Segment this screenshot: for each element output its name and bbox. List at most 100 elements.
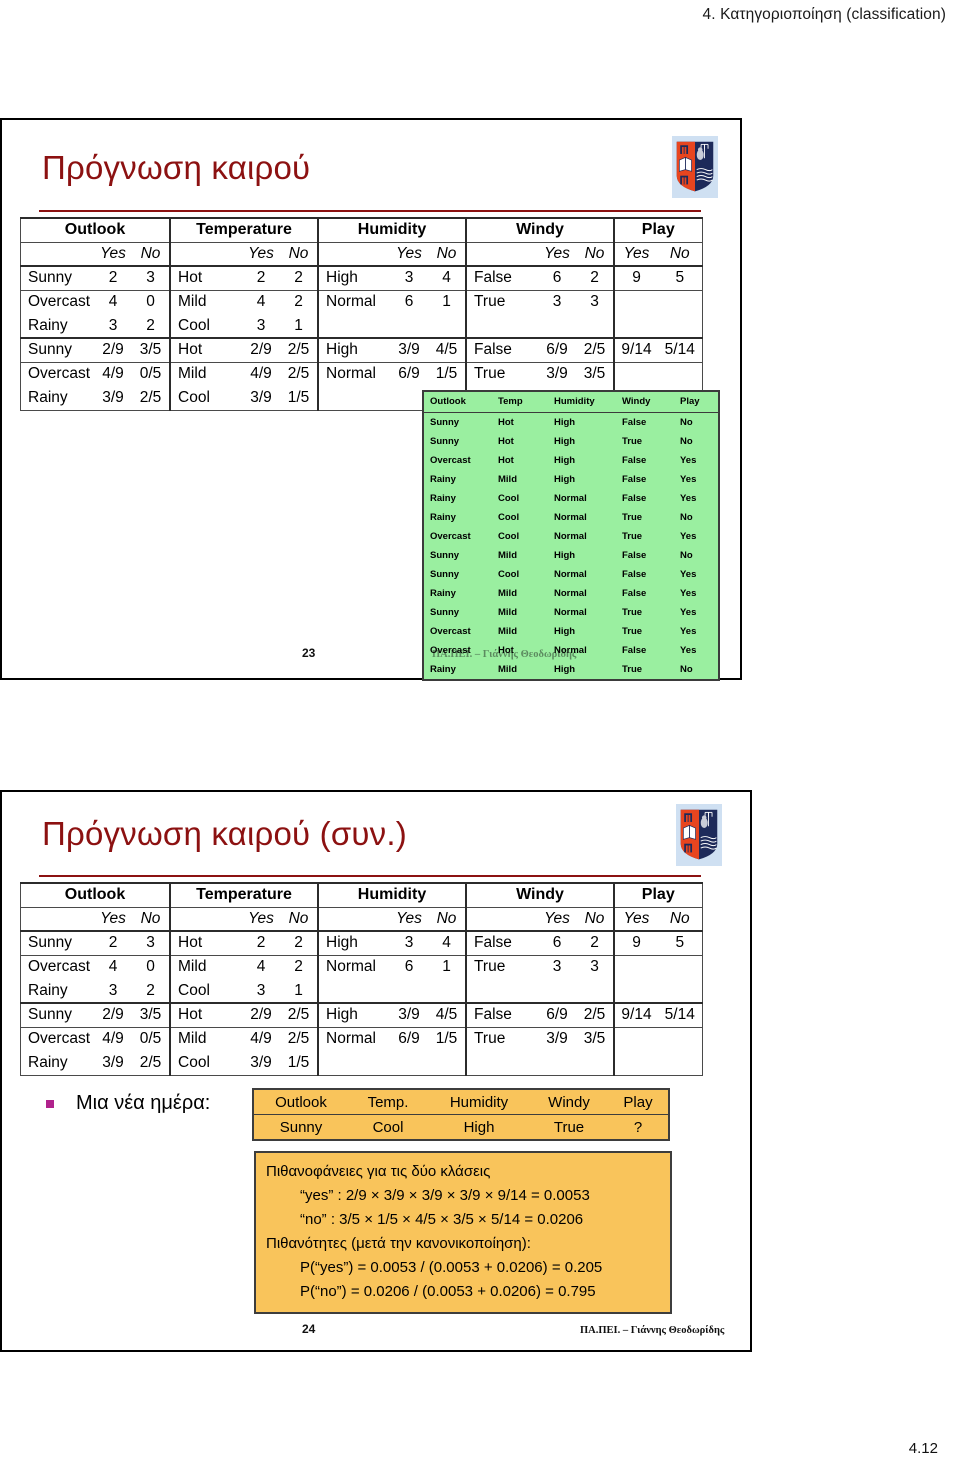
weather-dataset-row: Rainy Cool Normal False Yes: [423, 489, 719, 508]
cell-play-yes: [613, 314, 659, 339]
group-header-humidity: Humidity: [317, 882, 467, 908]
weather-dataset-row: Sunny Cool Normal False Yes: [423, 565, 719, 584]
calc-line-likelihoods-heading: Πιθανοφάνειες για τις δύο κλάσεις: [266, 1163, 491, 1180]
cell-humidity-label: [317, 1051, 391, 1076]
cell-windy-no: 2/5: [576, 1002, 615, 1028]
weather-cell: Normal: [548, 584, 616, 603]
cell-outlook-yes: 3: [94, 979, 133, 1004]
document-running-header: 4. Κατηγοριοποίηση (classification): [702, 6, 946, 23]
cell-humidity-yes: [390, 314, 429, 339]
weather-cell: Mild: [492, 660, 548, 680]
cell-outlook-label: Overcast: [20, 290, 95, 314]
new-day-value-windy: True: [530, 1114, 608, 1140]
cell-humidity-label: Normal: [317, 955, 391, 979]
cell-temp-no: 1: [280, 979, 319, 1004]
yesno-yes-temperature: Yes: [242, 906, 281, 932]
yesno-spacer-humidity: [317, 241, 391, 267]
cell-temp-yes: 3/9: [242, 1051, 281, 1076]
yesno-no-windy: No: [576, 906, 615, 932]
weather-header-outlook: Outlook: [423, 391, 492, 413]
cell-windy-no: [576, 1051, 615, 1076]
cell-outlook-yes: 4/9: [94, 1027, 133, 1051]
cell-temp-no: 1/5: [280, 386, 319, 411]
weather-cell: Yes: [674, 584, 719, 603]
cell-play-no: [658, 362, 703, 386]
new-day-header-windy: Windy: [530, 1089, 608, 1115]
cell-windy-label: False: [465, 337, 539, 363]
weather-cell: Overcast: [423, 622, 492, 641]
cell-outlook-no: 2: [132, 979, 171, 1004]
weather-dataset-row: Rainy Mild High False Yes: [423, 470, 719, 489]
weather-cell: True: [616, 527, 674, 546]
naive-bayes-counts-table-23: Outlook Temperature Humidity Windy Play …: [20, 217, 703, 411]
cell-temp-yes: 4: [242, 290, 281, 314]
weather-cell: Cool: [492, 489, 548, 508]
cell-outlook-label: Rainy: [20, 386, 95, 411]
weather-dataset-row: Overcast Mild High True Yes: [423, 622, 719, 641]
cell-temp-label: Hot: [169, 930, 243, 956]
cell-outlook-no: 3/5: [132, 337, 171, 363]
new-day-value-humidity: High: [428, 1114, 530, 1140]
weather-dataset-row: Overcast Cool Normal True Yes: [423, 527, 719, 546]
new-day-value-row: Sunny Cool High True ?: [253, 1114, 669, 1140]
cell-temp-label: Hot: [169, 265, 243, 291]
table-row: Sunny 2 3 Hot 2 2 High 3 4 False 6 2 9 5: [20, 930, 703, 956]
weather-cell: Hot: [492, 412, 548, 432]
cell-humidity-label: High: [317, 930, 391, 956]
weather-dataset-header-row: Outlook Temp Humidity Windy Play: [423, 391, 719, 413]
cell-humidity-no: [428, 314, 467, 339]
cell-temp-yes: 4/9: [242, 362, 281, 386]
weather-cell: Rainy: [423, 508, 492, 527]
weather-cell: True: [616, 660, 674, 680]
cell-humidity-no: 4: [428, 930, 467, 956]
cell-play-no: 5/14: [658, 337, 703, 363]
weather-cell: Cool: [492, 527, 548, 546]
cell-windy-label: True: [465, 955, 539, 979]
yesno-yes-temperature: Yes: [242, 241, 281, 267]
weather-dataset-row: Sunny Hot High False No: [423, 412, 719, 432]
table-group-header-row: Outlook Temperature Humidity Windy Play: [20, 882, 703, 908]
cell-humidity-label: High: [317, 1002, 391, 1028]
group-header-windy: Windy: [465, 217, 615, 243]
weather-cell: Overcast: [423, 527, 492, 546]
cell-play-no: [658, 955, 703, 979]
weather-cell: Cool: [492, 508, 548, 527]
cell-temp-yes: 2: [242, 265, 281, 291]
weather-dataset-row: Rainy Mild High True No: [423, 660, 719, 680]
weather-cell: Rainy: [423, 584, 492, 603]
cell-temp-no: 1/5: [280, 1051, 319, 1076]
group-header-play: Play: [613, 882, 703, 908]
cell-temp-label: Cool: [169, 1051, 243, 1076]
weather-cell: Cool: [492, 565, 548, 584]
yesno-no-outlook: No: [132, 906, 171, 932]
new-day-value-play: ?: [608, 1114, 669, 1140]
weather-header-humidity: Humidity: [548, 391, 616, 413]
cell-windy-label: False: [465, 930, 539, 956]
weather-cell: Rainy: [423, 489, 492, 508]
cell-windy-yes: 6/9: [538, 337, 577, 363]
cell-outlook-yes: 3/9: [94, 386, 133, 411]
weather-dataset-row: Overcast Hot High False Yes: [423, 451, 719, 470]
table-yesno-header-row: Yes No Yes No Yes No Yes No Yes No: [20, 906, 703, 932]
weather-cell: False: [616, 451, 674, 470]
cell-humidity-yes: 6/9: [390, 1027, 429, 1051]
yesno-no-windy: No: [576, 241, 615, 267]
cell-windy-no: 3: [576, 955, 615, 979]
weather-cell: Mild: [492, 603, 548, 622]
weather-cell: High: [548, 451, 616, 470]
cell-windy-label: False: [465, 265, 539, 291]
weather-cell: Hot: [492, 432, 548, 451]
cell-temp-no: 1: [280, 314, 319, 339]
cell-windy-label: True: [465, 1027, 539, 1051]
weather-cell: Sunny: [423, 432, 492, 451]
cell-outlook-yes: 2/9: [94, 337, 133, 363]
cell-humidity-label: Normal: [317, 1027, 391, 1051]
cell-humidity-yes: 3: [390, 930, 429, 956]
calc-line-probabilities-heading: Πιθανότητες (μετά την κανονικοποίηση):: [266, 1235, 531, 1252]
new-day-label: Μια νέα ημέρα:: [76, 1092, 211, 1114]
group-header-temperature: Temperature: [169, 882, 319, 908]
yesno-spacer-outlook: [20, 906, 95, 932]
weather-cell: False: [616, 470, 674, 489]
cell-temp-yes: 2: [242, 930, 281, 956]
cell-outlook-yes: 2: [94, 930, 133, 956]
